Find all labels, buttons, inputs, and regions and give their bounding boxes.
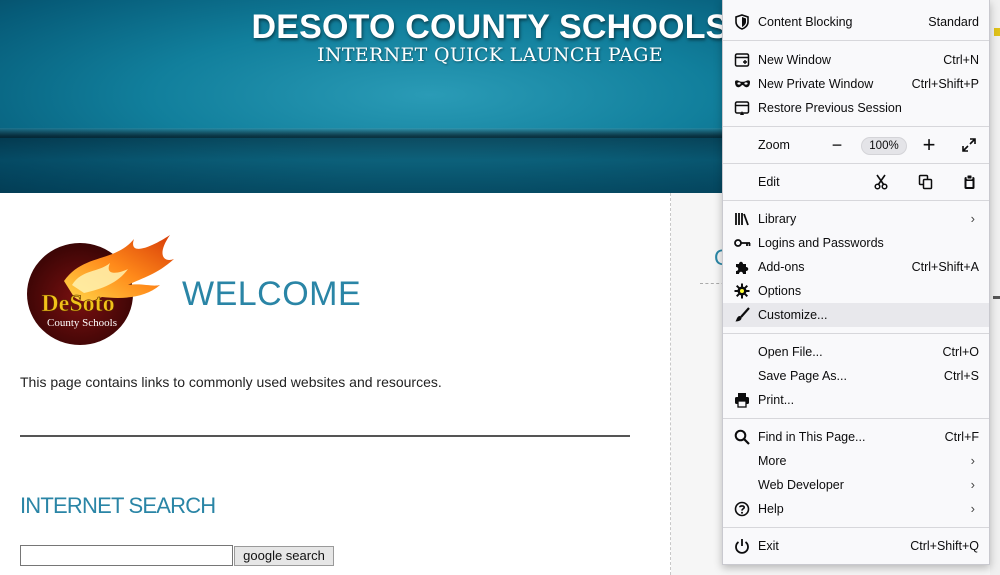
menu-item-new-private-window[interactable]: New Private Window Ctrl+Shift+P xyxy=(723,72,989,96)
scrollbar-thumb-fragment[interactable] xyxy=(993,296,1000,299)
menu-separator xyxy=(723,40,989,41)
new-window-icon xyxy=(733,51,751,69)
menu-item-print[interactable]: Print... xyxy=(723,388,989,412)
menu-item-zoom: Zoom − 100% + xyxy=(723,132,989,159)
content-blocking-label: Content Blocking xyxy=(758,15,853,29)
menu-item-library[interactable]: Library › xyxy=(723,207,989,231)
chevron-right-icon: › xyxy=(970,211,975,226)
page-scrollbar[interactable] xyxy=(990,0,1000,575)
edit-label: Edit xyxy=(758,175,780,189)
logins-label: Logins and Passwords xyxy=(758,236,884,250)
menu-item-more[interactable]: More › xyxy=(723,449,989,473)
zoom-label: Zoom xyxy=(758,138,790,152)
menu-separator xyxy=(723,527,989,528)
horizontal-rule xyxy=(20,435,630,437)
logo-text-desoto: DeSoto xyxy=(41,291,114,317)
menu-item-edit: Edit xyxy=(723,170,989,196)
search-icon xyxy=(733,428,751,446)
customize-label: Customize... xyxy=(758,308,828,322)
exit-label: Exit xyxy=(758,539,779,553)
help-label: Help xyxy=(758,502,784,516)
menu-item-restore-session[interactable]: Restore Previous Session xyxy=(723,96,989,120)
addons-label: Add-ons xyxy=(758,260,805,274)
restore-session-label: Restore Previous Session xyxy=(758,101,902,115)
menu-item-new-window[interactable]: New Window Ctrl+N xyxy=(723,48,989,72)
options-label: Options xyxy=(758,284,802,298)
menu-item-options[interactable]: Options xyxy=(723,279,989,303)
desoto-logo: DeSoto County Schools xyxy=(27,235,174,345)
logo-text-county: County Schools xyxy=(47,317,117,329)
welcome-heading: WELCOME xyxy=(182,275,362,313)
search-input[interactable] xyxy=(20,545,233,566)
cut-icon[interactable] xyxy=(871,172,891,192)
content-blocking-value: Standard xyxy=(928,15,979,29)
library-label: Library xyxy=(758,212,797,226)
printer-icon xyxy=(733,391,751,409)
menu-item-save-page[interactable]: Save Page As... Ctrl+S xyxy=(723,364,989,388)
toolbar-edge-fragment xyxy=(994,28,1000,36)
new-window-label: New Window xyxy=(758,53,831,67)
new-private-window-shortcut: Ctrl+Shift+P xyxy=(911,77,979,91)
open-file-label: Open File... xyxy=(758,345,823,359)
menu-separator xyxy=(723,163,989,164)
menu-item-customize[interactable]: Customize... xyxy=(723,303,989,327)
find-label: Find in This Page... xyxy=(758,430,866,444)
zoom-reset-button[interactable]: 100% xyxy=(861,137,907,155)
menu-separator xyxy=(723,200,989,201)
site-subtitle: INTERNET QUICK LAUNCH PAGE xyxy=(317,44,663,66)
private-mask-icon xyxy=(733,75,751,93)
save-page-shortcut: Ctrl+S xyxy=(943,369,979,383)
zoom-in-button[interactable]: + xyxy=(919,132,939,157)
chevron-right-icon: › xyxy=(970,453,975,468)
restore-session-icon xyxy=(733,99,751,117)
menu-item-find[interactable]: Find in This Page... Ctrl+F xyxy=(723,425,989,449)
intro-text: This page contains links to commonly use… xyxy=(20,374,442,390)
chevron-right-icon: › xyxy=(970,477,975,492)
menu-separator xyxy=(723,333,989,334)
menu-separator xyxy=(723,418,989,419)
menu-item-help[interactable]: Help › xyxy=(723,497,989,521)
menu-item-content-blocking[interactable]: Content Blocking Standard xyxy=(723,10,989,34)
internet-search-heading: INTERNET SEARCH xyxy=(20,493,216,518)
print-label: Print... xyxy=(758,393,795,407)
menu-item-open-file[interactable]: Open File... Ctrl+O xyxy=(723,340,989,364)
zoom-out-button[interactable]: − xyxy=(827,135,847,155)
web-developer-label: Web Developer xyxy=(758,478,844,492)
save-page-label: Save Page As... xyxy=(758,369,847,383)
open-file-shortcut: Ctrl+O xyxy=(942,345,979,359)
addons-shortcut: Ctrl+Shift+A xyxy=(911,260,979,274)
power-icon xyxy=(733,537,751,555)
exit-shortcut: Ctrl+Shift+Q xyxy=(910,539,979,553)
puzzle-piece-icon xyxy=(733,258,751,276)
chevron-right-icon: › xyxy=(970,501,975,516)
site-title: DESOTO COUNTY SCHOOLS xyxy=(251,8,729,46)
paste-icon[interactable] xyxy=(959,172,979,192)
menu-item-logins[interactable]: Logins and Passwords xyxy=(723,231,989,255)
gear-icon xyxy=(733,282,751,300)
menu-item-addons[interactable]: Add-ons Ctrl+Shift+A xyxy=(723,255,989,279)
new-private-window-label: New Private Window xyxy=(758,77,874,91)
fullscreen-icon[interactable] xyxy=(959,135,979,155)
column-divider xyxy=(670,193,671,575)
menu-separator xyxy=(723,126,989,127)
google-search-button[interactable]: google search xyxy=(234,546,334,566)
help-icon xyxy=(733,500,751,518)
library-icon xyxy=(733,210,751,228)
app-menu: Content Blocking Standard New Window Ctr… xyxy=(722,0,990,565)
shield-icon xyxy=(733,13,751,31)
more-label: More xyxy=(758,454,787,468)
new-window-shortcut: Ctrl+N xyxy=(943,53,979,67)
menu-item-web-developer[interactable]: Web Developer › xyxy=(723,473,989,497)
paintbrush-icon xyxy=(733,306,751,324)
menu-item-exit[interactable]: Exit Ctrl+Shift+Q xyxy=(723,534,989,558)
copy-icon[interactable] xyxy=(915,172,935,192)
key-icon xyxy=(733,234,751,252)
find-shortcut: Ctrl+F xyxy=(944,430,979,444)
